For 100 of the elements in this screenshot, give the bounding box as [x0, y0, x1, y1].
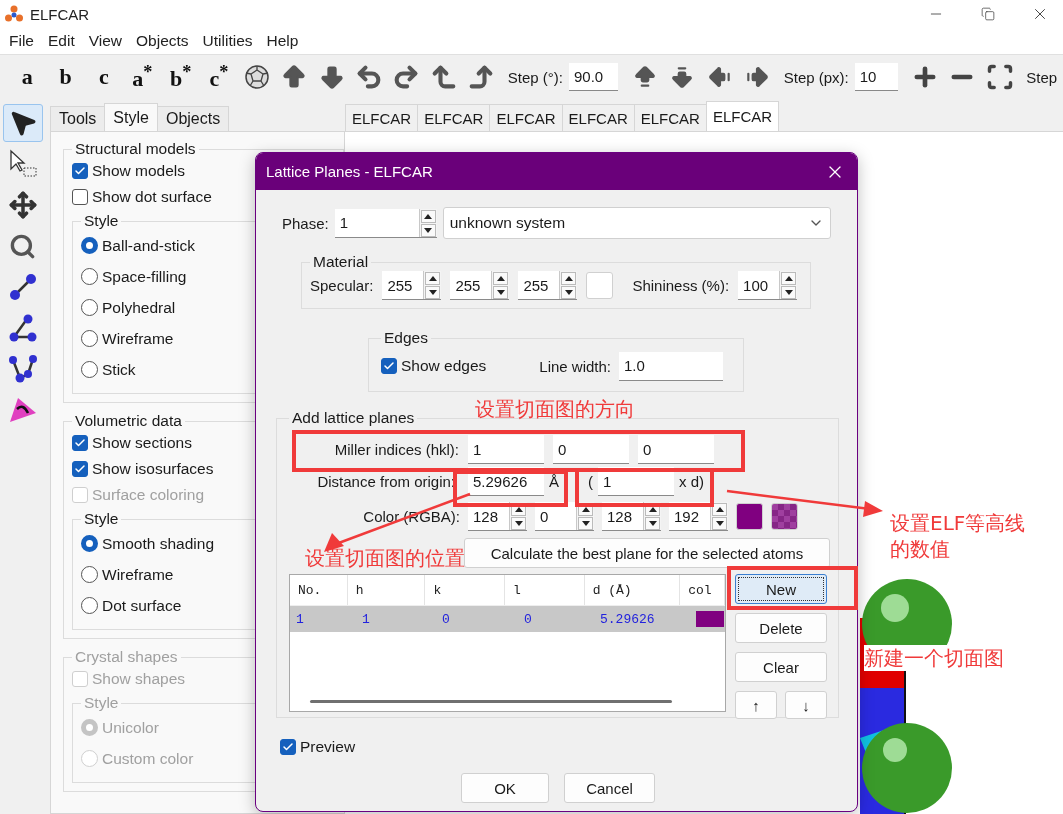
checkbox-label: Show isosurfaces — [92, 459, 214, 478]
radio-label: Wireframe — [102, 565, 174, 584]
axis-view-button[interactable]: a$^{*}$ — [123, 61, 162, 93]
move-row-button[interactable]: ↑ — [735, 691, 777, 719]
radio-button[interactable] — [81, 535, 98, 552]
spin-box[interactable]: 255 — [518, 271, 578, 300]
step-label: Step (°): — [507, 68, 563, 86]
radio-label: Dot surface — [102, 596, 182, 615]
radio-button[interactable] — [81, 361, 98, 378]
menu-item[interactable]: Help — [259, 32, 306, 50]
axis-view-button[interactable]: c$^{*}$ — [199, 61, 239, 93]
miller-index-field[interactable]: 0 — [553, 435, 629, 464]
step-angle-field[interactable]: 90.0 — [568, 63, 619, 91]
spin-box[interactable]: 255 — [382, 271, 442, 300]
miller-label: Miller indices (hkl): — [333, 441, 459, 458]
annotation-text: 设置切面图的位置 — [305, 545, 465, 571]
table-row[interactable]: 1 1 0 0 5.29626 — [290, 606, 725, 632]
annotation-text: 设置切面图的方向 — [475, 396, 635, 422]
radio-button[interactable] — [81, 299, 98, 316]
column-header[interactable]: No. — [290, 575, 348, 605]
table-cell-text: 1 — [295, 611, 305, 627]
line-width-label: Line width: — [539, 357, 612, 375]
polyhedron-icon[interactable] — [243, 64, 270, 90]
table-cell-text: 5.29626 — [599, 611, 656, 627]
axis-view-button[interactable]: b$^{*}$ — [161, 61, 200, 93]
search-icon[interactable] — [9, 232, 36, 260]
plane-color-swatch[interactable] — [736, 503, 763, 530]
group-title: Structural models — [74, 140, 197, 158]
column-header[interactable]: col — [680, 575, 725, 605]
phase-spin-box[interactable]: 1 — [334, 208, 437, 238]
group-title: Style — [83, 510, 120, 528]
move-row-button[interactable]: ↓ — [785, 691, 827, 719]
left-arrow-icon[interactable] — [706, 64, 733, 90]
table-cell-text: 1 — [361, 611, 371, 627]
radio-label: Polyhedral — [102, 298, 176, 317]
plane-alpha-swatch[interactable] — [771, 503, 798, 530]
window-title: ELFCAR — [30, 5, 91, 23]
radio-button[interactable] — [81, 566, 98, 583]
annotation-text: 新建一个切面图 — [864, 645, 1004, 671]
color-label: Color (RGBA): — [362, 508, 460, 525]
document-tab[interactable]: ELFCAR — [345, 104, 419, 131]
spin-box[interactable]: 255 — [450, 271, 510, 300]
right-arrow-icon[interactable] — [744, 64, 771, 90]
axis-view-button[interactable]: b — [46, 64, 85, 90]
dialog-button[interactable]: Cancel — [564, 773, 655, 803]
menu-item[interactable]: Edit — [41, 32, 82, 50]
column-header[interactable]: l — [505, 575, 585, 605]
checkbox[interactable] — [280, 739, 296, 755]
checkbox[interactable] — [72, 434, 88, 451]
miller-index-field[interactable]: 1 — [468, 435, 544, 464]
fit-view-icon[interactable] — [985, 63, 1014, 91]
radio-button[interactable] — [81, 268, 98, 285]
axis-view-button[interactable]: c — [84, 64, 124, 90]
menu-item[interactable]: File — [2, 32, 41, 50]
action-button[interactable]: Clear — [735, 652, 827, 682]
checkbox-label: Show shapes — [92, 669, 186, 688]
miller-index-field[interactable]: 0 — [638, 435, 714, 464]
move-icon[interactable] — [8, 191, 37, 219]
checkbox[interactable] — [72, 188, 88, 205]
document-tab[interactable]: ELFCAR — [705, 101, 780, 131]
menu-item[interactable]: Objects — [129, 32, 196, 50]
radio-label: Smooth shading — [102, 534, 215, 553]
checkbox-label: Preview — [300, 738, 356, 756]
radio-label: Wireframe — [102, 329, 174, 348]
column-header[interactable]: k — [425, 575, 505, 605]
checkbox[interactable] — [72, 162, 88, 179]
axis-view-button[interactable]: a — [8, 64, 47, 90]
calculate-plane-button[interactable]: Calculate the best plane for the selected atoms — [464, 538, 830, 568]
column-header[interactable]: h — [347, 575, 426, 605]
spin-box[interactable]: 100 — [738, 271, 798, 300]
checkbox[interactable] — [72, 460, 88, 477]
menu-item[interactable]: Utilities — [195, 32, 260, 50]
check-icon — [383, 360, 395, 372]
system-dropdown[interactable]: unknown system — [442, 207, 831, 239]
panel-tab[interactable]: Style — [104, 103, 158, 131]
phase-label: Phase: — [282, 214, 329, 232]
undo-arrow-icon[interactable] — [354, 63, 383, 91]
dialog-button[interactable]: OK — [461, 773, 549, 803]
action-button[interactable]: Delete — [735, 613, 827, 643]
checkbox-label: Show models — [92, 161, 186, 180]
column-header[interactable]: d (Å) — [584, 575, 681, 605]
panel-tab[interactable]: Tools — [50, 106, 106, 131]
dialog-title: Lattice Planes - ELFCAR — [266, 163, 433, 180]
step-label: Step — [1026, 68, 1058, 86]
line-width-field[interactable]: 1.0 — [619, 351, 724, 381]
group-title: Style — [83, 212, 120, 230]
menu-item[interactable]: View — [81, 32, 130, 50]
paren-label: ( — [588, 473, 593, 490]
radio-button[interactable] — [81, 237, 98, 254]
specular-color-swatch[interactable] — [586, 272, 614, 299]
checkbox[interactable] — [381, 358, 397, 374]
action-button[interactable]: New — [735, 574, 827, 604]
radio-button[interactable] — [81, 597, 98, 614]
step-pixel-field[interactable]: 10 — [854, 63, 899, 91]
bent-up-arrow-icon[interactable] — [429, 63, 458, 91]
panel-tab[interactable]: Objects — [156, 106, 230, 131]
unit-label: x d) — [679, 473, 705, 490]
check-icon — [74, 164, 86, 177]
restore-icon[interactable] — [981, 7, 995, 21]
radio-button[interactable] — [81, 330, 98, 347]
